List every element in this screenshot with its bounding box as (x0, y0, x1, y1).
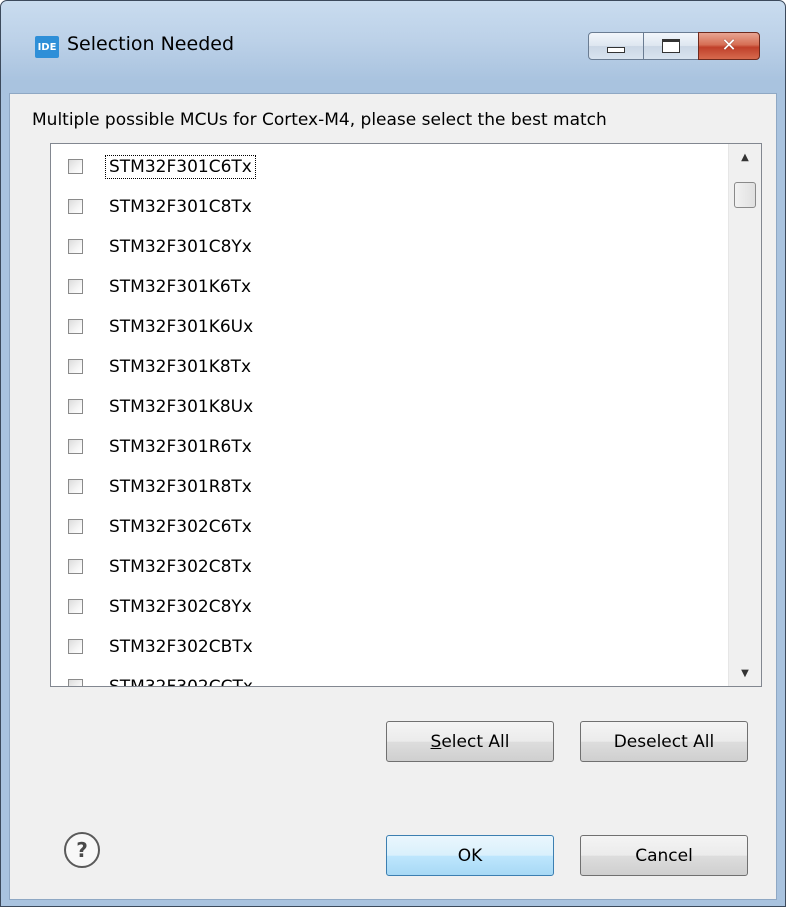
mcu-checkbox[interactable] (68, 519, 83, 534)
list-item[interactable]: STM32F301K6Tx (51, 269, 721, 309)
list-item[interactable]: STM32F301K8Tx (51, 349, 721, 389)
mcu-checkbox[interactable] (68, 359, 83, 374)
mcu-checkbox[interactable] (68, 399, 83, 414)
help-icon[interactable]: ? (64, 832, 100, 868)
deselect-all-button[interactable]: Deselect All (580, 721, 748, 762)
dialog-window: IDE Selection Needed ✕ Multiple possible… (0, 0, 786, 907)
mcu-label[interactable]: STM32F302C8Tx (106, 556, 255, 578)
mcu-checkbox[interactable] (68, 199, 83, 214)
mcu-label[interactable]: STM32F301K6Ux (106, 316, 256, 338)
mcu-checkbox[interactable] (68, 479, 83, 494)
ok-button[interactable]: OK (386, 835, 554, 876)
list-item[interactable]: STM32F301R8Tx (51, 469, 721, 509)
mcu-label[interactable]: STM32F301C8Tx (106, 196, 255, 218)
mcu-checkbox[interactable] (68, 319, 83, 334)
list-item[interactable]: STM32F301K8Ux (51, 389, 721, 429)
mcu-label[interactable]: STM32F301K8Ux (106, 396, 256, 418)
ide-app-icon: IDE (35, 36, 59, 58)
scrollbar-thumb[interactable] (734, 182, 756, 208)
mcu-label[interactable]: STM32F302C8Yx (106, 596, 255, 618)
list-item[interactable]: STM32F301C8Tx (51, 189, 721, 229)
mcu-checkbox[interactable] (68, 439, 83, 454)
cancel-button[interactable]: Cancel (580, 835, 748, 876)
vertical-scrollbar[interactable]: ▲ ▼ (728, 144, 761, 686)
minimize-icon (607, 47, 625, 53)
minimize-button[interactable] (588, 32, 644, 60)
close-icon: ✕ (721, 35, 737, 56)
window-title: Selection Needed (67, 33, 235, 55)
mcu-label[interactable]: STM32F301R6Tx (106, 436, 255, 458)
select-all-button[interactable]: Select All (386, 721, 554, 762)
mcu-checkbox[interactable] (68, 159, 83, 174)
list-item[interactable]: STM32F301C8Yx (51, 229, 721, 269)
mcu-label[interactable]: STM32F301R8Tx (106, 476, 255, 498)
scroll-down-arrow-icon[interactable]: ▼ (729, 660, 761, 686)
mcu-label[interactable]: STM32F302CCTx (106, 676, 256, 686)
list-item[interactable]: STM32F302CCTx (51, 669, 721, 686)
list-item[interactable]: STM32F301R6Tx (51, 429, 721, 469)
mcu-label[interactable]: STM32F301K6Tx (106, 276, 254, 298)
mcu-checkbox[interactable] (68, 679, 83, 686)
selection-message: Multiple possible MCUs for Cortex-M4, pl… (32, 110, 607, 130)
mcu-checkbox[interactable] (68, 599, 83, 614)
mcu-checkbox[interactable] (68, 639, 83, 654)
maximize-icon (662, 39, 680, 53)
mcu-label[interactable]: STM32F301C8Yx (106, 236, 255, 258)
dialog-content: Multiple possible MCUs for Cortex-M4, pl… (9, 93, 777, 900)
mcu-label[interactable]: STM32F301K8Tx (106, 356, 254, 378)
title-bar[interactable]: IDE Selection Needed ✕ (1, 1, 785, 93)
list-item[interactable]: STM32F301K6Ux (51, 309, 721, 349)
maximize-button[interactable] (643, 32, 699, 60)
select-all-label: elect All (441, 731, 510, 752)
mcu-label[interactable]: STM32F301C6Tx (105, 155, 256, 179)
close-button[interactable]: ✕ (698, 32, 760, 60)
list-item[interactable]: STM32F302C8Tx (51, 549, 721, 589)
list-item[interactable]: STM32F302C6Tx (51, 509, 721, 549)
list-item[interactable]: STM32F302C8Yx (51, 589, 721, 629)
select-all-mnemonic: S (430, 731, 442, 752)
mcu-checkbox[interactable] (68, 559, 83, 574)
mcu-checkbox[interactable] (68, 279, 83, 294)
list-item[interactable]: STM32F301C6Tx (51, 149, 721, 189)
mcu-label[interactable]: STM32F302C6Tx (106, 516, 255, 538)
mcu-checkbox[interactable] (68, 239, 83, 254)
mcu-label[interactable]: STM32F302CBTx (106, 636, 256, 658)
scroll-up-arrow-icon[interactable]: ▲ (729, 144, 761, 170)
mcu-checkbox-list[interactable]: STM32F301C6Tx STM32F301C8Tx STM32F301C8Yx S… (50, 143, 762, 687)
list-item[interactable]: STM32F302CBTx (51, 629, 721, 669)
